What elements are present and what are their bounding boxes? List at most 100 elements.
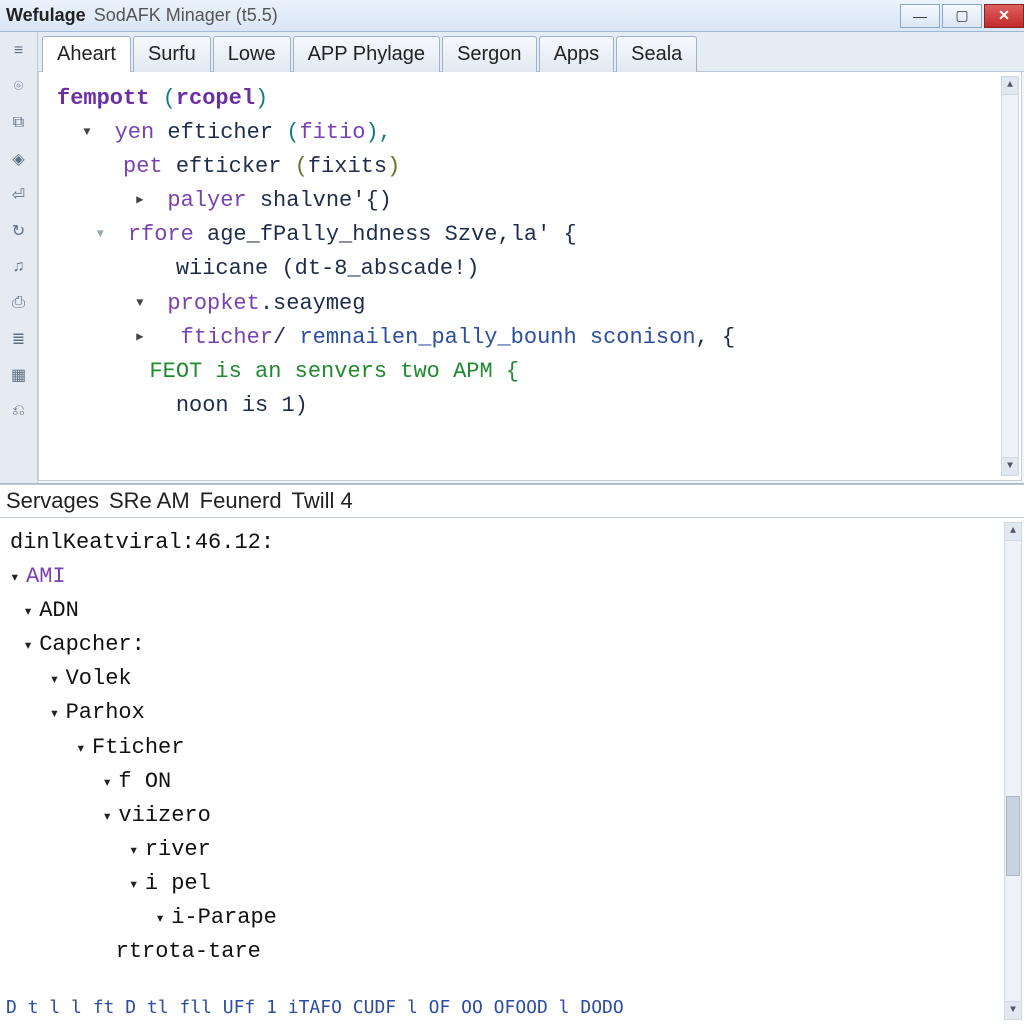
text: age_fPally_hdness Szve,la' { (194, 222, 577, 247)
scroll-up-icon[interactable]: ▲ (1002, 77, 1018, 95)
app-name: Wefulage (6, 5, 86, 26)
fold-toggle-icon[interactable] (83, 116, 101, 150)
fold-toggle-icon[interactable] (136, 321, 154, 355)
fold-toggle-icon[interactable] (97, 218, 115, 252)
tab-aheart[interactable]: Aheart (42, 36, 131, 72)
sidebar-icon-6[interactable]: ↻ (6, 218, 32, 244)
editor-scrollbar[interactable]: ▲ ▼ (1001, 76, 1019, 476)
tree-node: i pel (145, 871, 211, 896)
tab-appphylage[interactable]: APP Phylage (293, 36, 441, 72)
code-line: pet efticker (fixits) (57, 150, 1013, 184)
code-line: palyer shalvne'{) (57, 184, 1013, 218)
tree-line: rtrota-tare (10, 935, 1016, 969)
keyword: propket (167, 291, 259, 316)
tree-toggle-icon[interactable] (76, 731, 92, 765)
text: { (493, 359, 519, 384)
tree-line[interactable]: Fticher (10, 731, 1016, 765)
ident: efticher (167, 120, 273, 145)
tree-toggle-icon[interactable] (10, 560, 26, 594)
keyword: pet (123, 154, 163, 179)
arg: rcopel (176, 86, 255, 111)
footer-hint: D t l l ft D tl fll UFf 1 iTAFO CUDF l O… (6, 994, 624, 1022)
sidebar-icon-10[interactable]: ▦ (6, 362, 32, 388)
minimize-button[interactable]: — (900, 4, 940, 28)
tree-key: dinlKeatviral: (10, 530, 195, 555)
text: FEOT (149, 359, 202, 384)
tree-toggle-icon[interactable] (50, 662, 66, 696)
paren: ( (286, 120, 299, 145)
tree-toggle-icon[interactable] (23, 594, 39, 628)
ident: noon (176, 393, 229, 418)
sidebar-icon-1[interactable]: ≡ (6, 38, 32, 64)
tab-lowe[interactable]: Lowe (213, 36, 291, 72)
tab-sergon[interactable]: Sergon (442, 36, 537, 72)
tab-bar: Aheart Surfu Lowe APP Phylage Sergon App… (38, 32, 1024, 72)
tree-line[interactable]: AMI (10, 560, 1016, 594)
tree-toggle-icon[interactable] (23, 628, 39, 662)
scroll-down-icon[interactable]: ▼ (1002, 457, 1018, 475)
tree-node: Volek (66, 666, 132, 691)
tree-line[interactable]: i pel (10, 867, 1016, 901)
sidebar-icon-8[interactable]: ⎙ (6, 290, 32, 316)
sidebar-icon-5[interactable]: ⏎ (6, 182, 32, 208)
tree-line[interactable]: Volek (10, 662, 1016, 696)
tree-node: rtrota-tare (116, 939, 261, 964)
sidebar-icon-11[interactable]: ⎌ (6, 398, 32, 424)
number: 1 (281, 393, 294, 418)
tab-apps[interactable]: Apps (539, 36, 615, 72)
tree-line: dinlKeatviral:46.12: (10, 526, 1016, 560)
arg: fitio (299, 120, 365, 145)
middle-status-bar: Servages SRe AM Feunerd Twill 4 (0, 484, 1024, 518)
keyword: yen (115, 120, 155, 145)
tree-toggle-icon[interactable] (155, 901, 171, 935)
keyword: palyer (167, 188, 246, 213)
code-line: fempott (rcopel) (57, 82, 1013, 116)
tree-toggle-icon[interactable] (102, 799, 118, 833)
tree-line[interactable]: viizero (10, 799, 1016, 833)
scroll-down-icon[interactable]: ▼ (1005, 1001, 1021, 1019)
maximize-button[interactable]: ▢ (942, 4, 982, 28)
sidebar-icon-7[interactable]: ♫ (6, 254, 32, 280)
tree-line[interactable]: ADN (10, 594, 1016, 628)
tree-line[interactable]: f ON (10, 765, 1016, 799)
bottom-scrollbar[interactable]: ▲ ▼ (1004, 522, 1022, 1020)
tree-line[interactable]: Capcher: (10, 628, 1016, 662)
paren: ) (387, 154, 400, 179)
text: .seaymeg (260, 291, 366, 316)
fold-toggle-icon[interactable] (136, 287, 154, 321)
tree-line[interactable]: river (10, 833, 1016, 867)
main-pane: Aheart Surfu Lowe APP Phylage Sergon App… (38, 32, 1024, 483)
scroll-up-icon[interactable]: ▲ (1005, 523, 1021, 541)
close-button[interactable]: ✕ (984, 4, 1024, 28)
tree-toggle-icon[interactable] (129, 833, 145, 867)
tree-line[interactable]: Parhox (10, 696, 1016, 730)
code-editor[interactable]: fempott (rcopel) yen efticher (fitio), p… (38, 72, 1022, 481)
tab-seala[interactable]: Seala (616, 36, 697, 72)
tree-toggle-icon[interactable] (50, 696, 66, 730)
keyword: fticher (181, 325, 273, 350)
tree-toggle-icon[interactable] (102, 765, 118, 799)
midbar-word: Feunerd (200, 488, 282, 514)
tree-node: f ON (118, 769, 171, 794)
ident: wiicane (176, 256, 268, 281)
tab-surfu[interactable]: Surfu (133, 36, 211, 72)
code-line: FEOT is an senvers two APM { (57, 355, 1013, 389)
paren: ( (163, 86, 176, 111)
sidebar-icon-2[interactable]: ⌾ (6, 74, 32, 100)
tree-line[interactable]: i-Parape (10, 901, 1016, 935)
window-subtitle: SodAFK Minager (t5.5) (94, 5, 278, 26)
scroll-thumb[interactable] (1006, 796, 1020, 876)
midbar-word: Twill 4 (292, 488, 353, 514)
sidebar-icon-4[interactable]: ◈ (6, 146, 32, 172)
fold-toggle-icon[interactable] (136, 184, 154, 218)
sidebar-icon-9[interactable]: ≣ (6, 326, 32, 352)
tree-toggle-icon[interactable] (129, 867, 145, 901)
tree-value: 46.12: (195, 530, 274, 555)
code-line: propket.seaymeg (57, 287, 1013, 321)
text: ) (295, 393, 308, 418)
sidebar-icon-3[interactable]: ⧉ (6, 110, 32, 136)
bottom-tree-pane[interactable]: dinlKeatviral:46.12: AMI ADN Capcher: Vo… (0, 518, 1024, 1024)
text: APM (453, 359, 493, 384)
tree-node: i-Parape (171, 905, 277, 930)
keyword: rfore (128, 222, 194, 247)
